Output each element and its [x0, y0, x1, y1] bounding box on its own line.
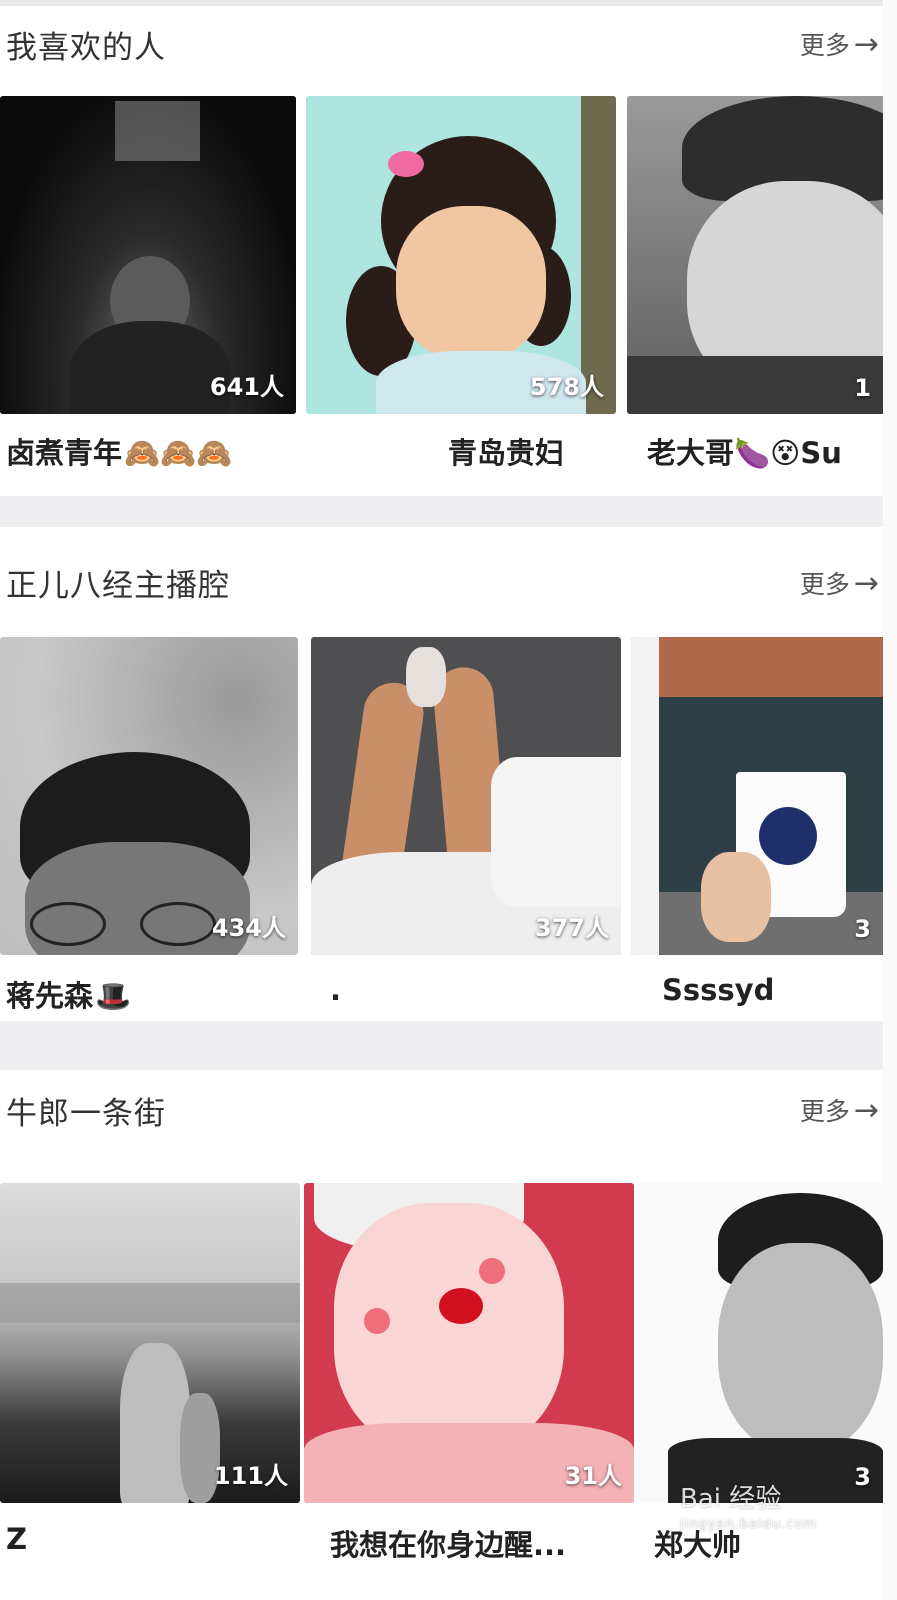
- user-name[interactable]: 老大哥🍆😵Su: [647, 430, 842, 472]
- user-card[interactable]: 3: [631, 637, 883, 955]
- follower-count: 31人: [564, 1462, 622, 1490]
- see-no-evil-monkey-icon: 🙈🙈🙈: [124, 436, 233, 470]
- user-card[interactable]: 578人: [306, 96, 616, 414]
- user-name[interactable]: .: [330, 973, 341, 1007]
- user-name[interactable]: 蒋先森🎩: [6, 973, 131, 1015]
- arrow-right-icon: →: [853, 26, 879, 62]
- user-card[interactable]: 434人: [0, 637, 298, 955]
- follower-count: 434人: [211, 914, 286, 942]
- user-name[interactable]: 青岛贵妇: [448, 430, 564, 472]
- follower-count: 1: [854, 374, 871, 402]
- page-background: 我喜欢的人 更多 → 641人 578人 1 卤煮青年🙈🙈🙈 青岛贵妇 老大哥🍆…: [0, 0, 883, 1600]
- more-label: 更多: [799, 1097, 850, 1126]
- follower-count: 3: [854, 1463, 871, 1491]
- follower-count: 111人: [213, 1462, 288, 1490]
- user-name[interactable]: Ssssyd: [662, 973, 774, 1007]
- user-photo: [0, 1183, 300, 1503]
- more-button[interactable]: 更多 →: [800, 565, 879, 601]
- user-name[interactable]: 我想在你身边醒...: [330, 1522, 566, 1564]
- user-photo: [638, 1183, 883, 1503]
- more-label: 更多: [799, 570, 850, 599]
- section-favorites: 我喜欢的人 更多 → 641人 578人 1 卤煮青年🙈🙈🙈 青岛贵妇 老大哥🍆…: [0, 6, 883, 496]
- baidu-jingyan-watermark: Bai 经验 jingyan.baidu.com: [680, 1484, 817, 1532]
- user-card[interactable]: 111人: [0, 1183, 300, 1503]
- right-edge: [883, 0, 897, 1600]
- user-card[interactable]: 3: [638, 1183, 883, 1503]
- follower-count: 377人: [534, 914, 609, 942]
- more-button[interactable]: 更多 →: [800, 1092, 879, 1128]
- section-title: 我喜欢的人: [6, 30, 166, 66]
- user-photo: [631, 637, 883, 955]
- user-photo: [627, 96, 883, 414]
- follower-count: 578人: [529, 373, 604, 401]
- user-card[interactable]: 31人: [304, 1183, 634, 1503]
- follower-count: 3: [854, 915, 871, 943]
- arrow-right-icon: →: [853, 1092, 879, 1128]
- section-title: 正儿八经主播腔: [6, 568, 230, 604]
- more-label: 更多: [799, 31, 850, 60]
- more-button[interactable]: 更多 →: [800, 26, 879, 62]
- follower-count: 641人: [209, 373, 284, 401]
- section-title: 牛郎一条街: [6, 1096, 166, 1132]
- user-name[interactable]: 卤煮青年🙈🙈🙈: [6, 430, 232, 472]
- user-card[interactable]: 641人: [0, 96, 296, 414]
- user-photo: [304, 1183, 634, 1503]
- arrow-right-icon: →: [853, 565, 879, 601]
- user-card[interactable]: 1: [627, 96, 883, 414]
- user-card[interactable]: 377人: [311, 637, 621, 955]
- top-hat-icon: 🎩: [95, 979, 132, 1013]
- section-announcer: 正儿八经主播腔 更多 → 434人 377人 3 蒋先森🎩 . Ssssyd: [0, 527, 883, 1021]
- user-name[interactable]: Z: [6, 1522, 27, 1556]
